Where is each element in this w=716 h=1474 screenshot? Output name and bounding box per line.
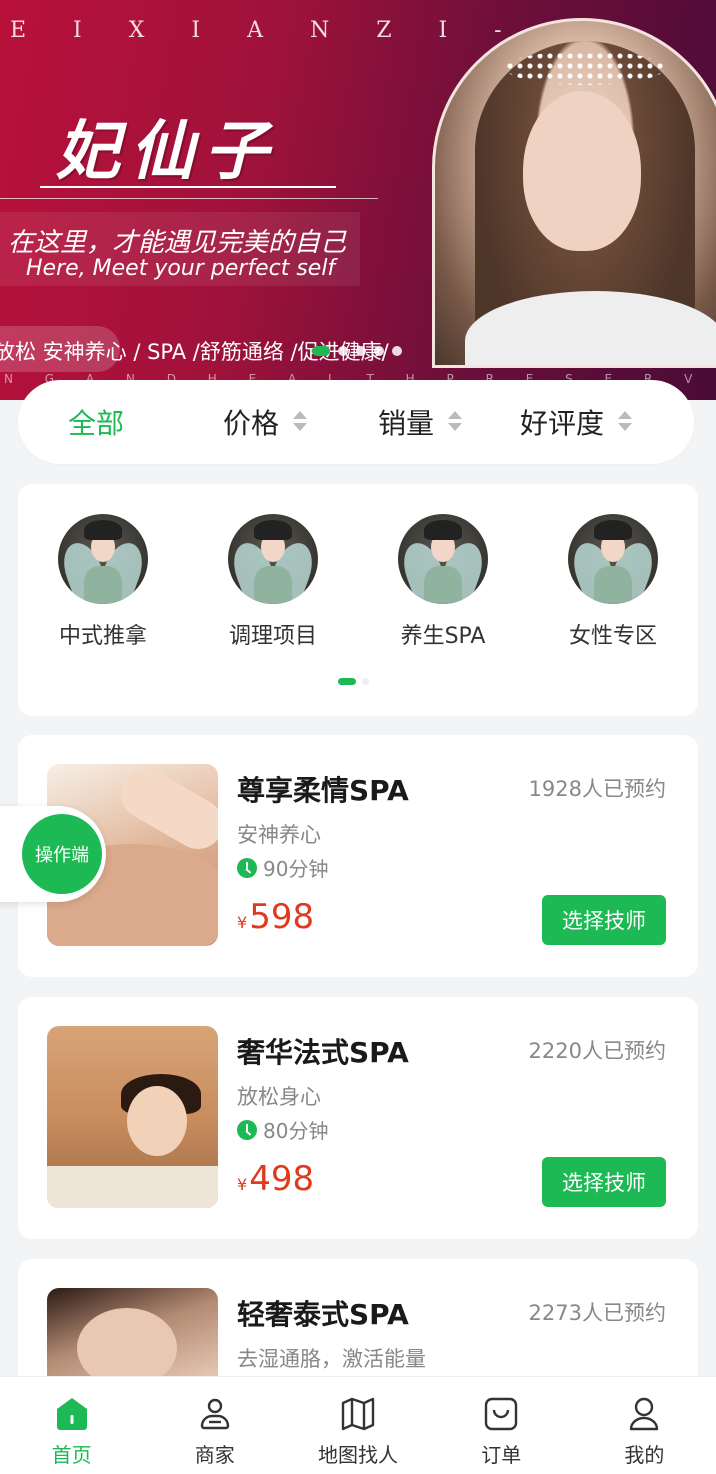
- page-dot[interactable]: [356, 346, 366, 356]
- tab-merchant[interactable]: 商家: [143, 1377, 286, 1474]
- bottom-tab-bar: 首页 商家 地图找人 订单 我的: [0, 1376, 716, 1474]
- service-title: 奢华法式SPA: [237, 1036, 409, 1069]
- duration-text: 80分钟: [263, 1119, 329, 1143]
- banner-slogan-cn: 在这里，才能遇见完美的自己: [8, 228, 347, 258]
- sort-arrows-icon: [293, 411, 308, 433]
- tab-home[interactable]: 首页: [0, 1377, 143, 1474]
- sort-sales-tab[interactable]: 销量: [378, 380, 463, 464]
- category-label: 调理项目: [228, 624, 317, 649]
- home-icon: [56, 1398, 87, 1430]
- tab-orders[interactable]: 订单: [430, 1377, 573, 1474]
- page-dot[interactable]: [392, 346, 402, 356]
- price-value: 498: [249, 1159, 315, 1199]
- category-grid: 中式推拿 调理项目 养生SPA 女性专区: [18, 484, 698, 716]
- select-technician-button[interactable]: 选择技师: [542, 1157, 666, 1207]
- booked-count: 1928人已预约: [528, 777, 666, 801]
- service-card[interactable]: 奢华法式SPA 2220人已预约 放松身心 80分钟 ¥ 498 选择技师: [18, 997, 698, 1239]
- banner-pagination: [312, 346, 402, 356]
- category-item[interactable]: 养生SPA: [378, 514, 508, 650]
- tab-label: 我的: [624, 1443, 665, 1467]
- tab-label: 订单: [481, 1443, 522, 1467]
- bag-icon: [485, 1397, 518, 1431]
- price-value: 598: [249, 897, 315, 937]
- clock-icon: [237, 857, 257, 878]
- select-technician-button[interactable]: 选择技师: [542, 895, 666, 945]
- page-dot[interactable]: [338, 346, 348, 356]
- banner-top-letters: E I X I A N Z I -: [10, 18, 522, 43]
- user-icon: [630, 1397, 659, 1431]
- divider: [0, 198, 378, 199]
- sort-sales-label: 销量: [378, 407, 435, 440]
- banner-slogan-en: Here, Meet your perfect self: [26, 256, 336, 281]
- sort-price-label: 价格: [223, 407, 280, 440]
- category-label: 养生SPA: [400, 624, 486, 649]
- category-avatar: [228, 514, 318, 604]
- map-icon: [341, 1397, 375, 1431]
- clock-icon: [237, 1119, 257, 1140]
- service-subtitle: 放松身心: [237, 1085, 321, 1109]
- service-duration: 90分钟: [237, 853, 328, 882]
- sort-all-tab[interactable]: 全部: [68, 380, 124, 464]
- currency-symbol: ¥: [237, 1175, 248, 1194]
- service-card[interactable]: 尊享柔情SPA 1928人已预约 安神养心 90分钟 ¥ 598 选择技师: [18, 735, 698, 977]
- sort-bar: 全部 价格 销量 好评度: [18, 380, 694, 464]
- category-item[interactable]: 女性专区: [548, 514, 678, 650]
- tab-label: 商家: [194, 1443, 235, 1467]
- booked-count: 2220人已预约: [528, 1039, 666, 1063]
- currency-symbol: ¥: [237, 913, 248, 932]
- page-dot-active[interactable]: [312, 346, 330, 356]
- tab-label: 地图找人: [318, 1443, 398, 1467]
- page-dot-active: [338, 678, 356, 685]
- operator-label: 操作端: [22, 814, 102, 894]
- sort-arrows-icon: [448, 411, 463, 433]
- tab-mine[interactable]: 我的: [573, 1377, 716, 1474]
- category-avatar: [568, 514, 658, 604]
- sort-rating-label: 好评度: [520, 407, 605, 440]
- service-thumbnail: [47, 1026, 218, 1208]
- service-price: ¥ 598: [237, 897, 314, 937]
- page-dot[interactable]: [374, 346, 384, 356]
- service-subtitle: 安神养心: [237, 823, 321, 847]
- banner-brand: 妃仙子: [56, 114, 278, 189]
- service-duration: 80分钟: [237, 1115, 328, 1144]
- category-label: 女性专区: [568, 624, 657, 649]
- page-dot: [362, 678, 369, 685]
- hero-banner[interactable]: E I X I A N Z I - 妃仙子 在这里，才能遇见完美的自己 Here…: [0, 0, 716, 400]
- category-pagination: [338, 678, 369, 685]
- duration-text: 90分钟: [263, 857, 329, 881]
- category-item[interactable]: 中式推拿: [38, 514, 168, 650]
- category-avatar: [398, 514, 488, 604]
- sort-arrows-icon: [618, 411, 633, 433]
- sort-rating-tab[interactable]: 好评度: [520, 380, 633, 464]
- banner-model-image: [432, 18, 716, 368]
- service-subtitle: 去湿通胳，激活能量: [237, 1347, 426, 1371]
- divider: [40, 186, 336, 188]
- service-title: 轻奢泰式SPA: [237, 1298, 409, 1331]
- merchant-icon: [200, 1398, 229, 1430]
- category-item[interactable]: 调理项目: [208, 514, 338, 650]
- service-title: 尊享柔情SPA: [237, 774, 409, 807]
- operator-float-button[interactable]: 操作端: [0, 806, 106, 902]
- sort-price-tab[interactable]: 价格: [223, 380, 308, 464]
- category-label: 中式推拿: [58, 624, 147, 649]
- category-avatar: [58, 514, 148, 604]
- service-price: ¥ 498: [237, 1159, 314, 1199]
- tab-map[interactable]: 地图找人: [286, 1377, 429, 1474]
- booked-count: 2273人已预约: [528, 1301, 666, 1325]
- tab-label: 首页: [51, 1443, 92, 1467]
- sort-all-label: 全部: [68, 407, 125, 440]
